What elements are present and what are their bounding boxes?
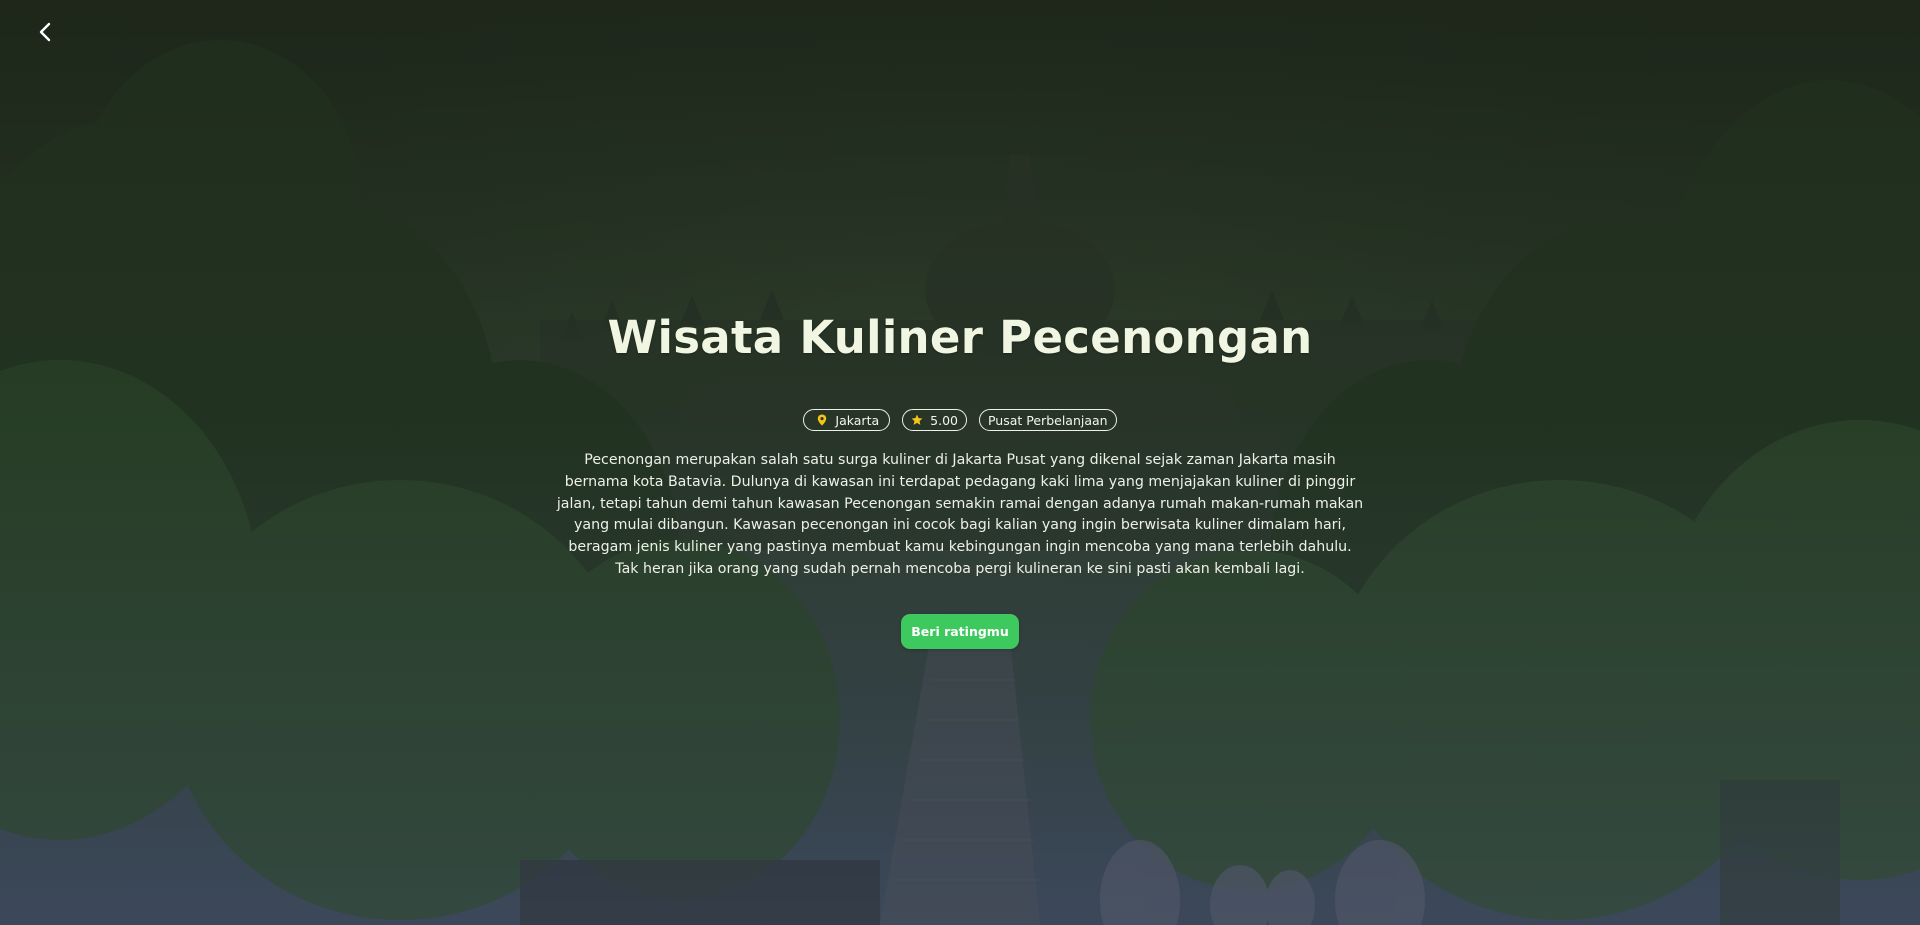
- category-tag: Pusat Perbelanjaan: [978, 409, 1117, 432]
- category-label: Pusat Perbelanjaan: [987, 412, 1108, 428]
- place-title: Wisata Kuliner Pecenongan: [607, 311, 1313, 364]
- rate-button[interactable]: Beri ratingmu: [901, 613, 1019, 649]
- place-hero: Wisata Kuliner Pecenongan Jakarta 5.00 P…: [0, 0, 1920, 649]
- rating-tag: 5.00: [902, 409, 967, 432]
- rating-value: 5.00: [930, 412, 958, 428]
- place-detail-page: Wisata Kuliner Pecenongan Jakarta 5.00 P…: [0, 0, 1920, 925]
- star-icon: [911, 414, 923, 426]
- location-label: Jakarta: [835, 412, 880, 428]
- place-description: Pecenongan merupakan salah satu surga ku…: [556, 452, 1364, 577]
- map-pin-icon: [816, 414, 828, 426]
- location-tag: Jakarta: [803, 409, 891, 432]
- place-tags: Jakarta 5.00 Pusat Perbelanjaan: [803, 409, 1117, 432]
